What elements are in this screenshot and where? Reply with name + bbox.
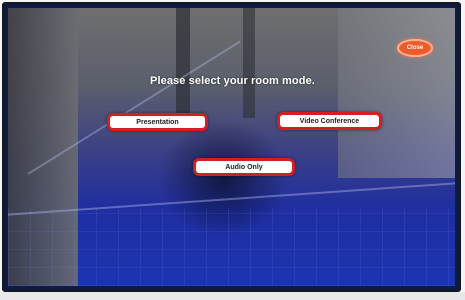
video-conference-button[interactable]: Video Conference — [277, 112, 382, 130]
room-mode-prompt: Please select your room mode. — [150, 75, 315, 87]
page-bottom-margin — [0, 292, 465, 300]
background-reflection-line — [27, 40, 241, 175]
background-reflection-shadow — [158, 118, 288, 238]
presentation-button[interactable]: Presentation — [107, 113, 208, 131]
background-reflection-pillar — [176, 8, 190, 128]
close-button[interactable]: Close — [397, 39, 433, 57]
background-reflection-window — [338, 8, 455, 178]
background-reflection-wall — [8, 8, 78, 286]
background-reflection-floor — [8, 208, 455, 286]
audio-only-button[interactable]: Audio Only — [193, 158, 295, 176]
background-reflection-pillar — [243, 8, 255, 118]
background-reflection-line — [8, 182, 455, 216]
room-mode-screen — [8, 8, 455, 286]
